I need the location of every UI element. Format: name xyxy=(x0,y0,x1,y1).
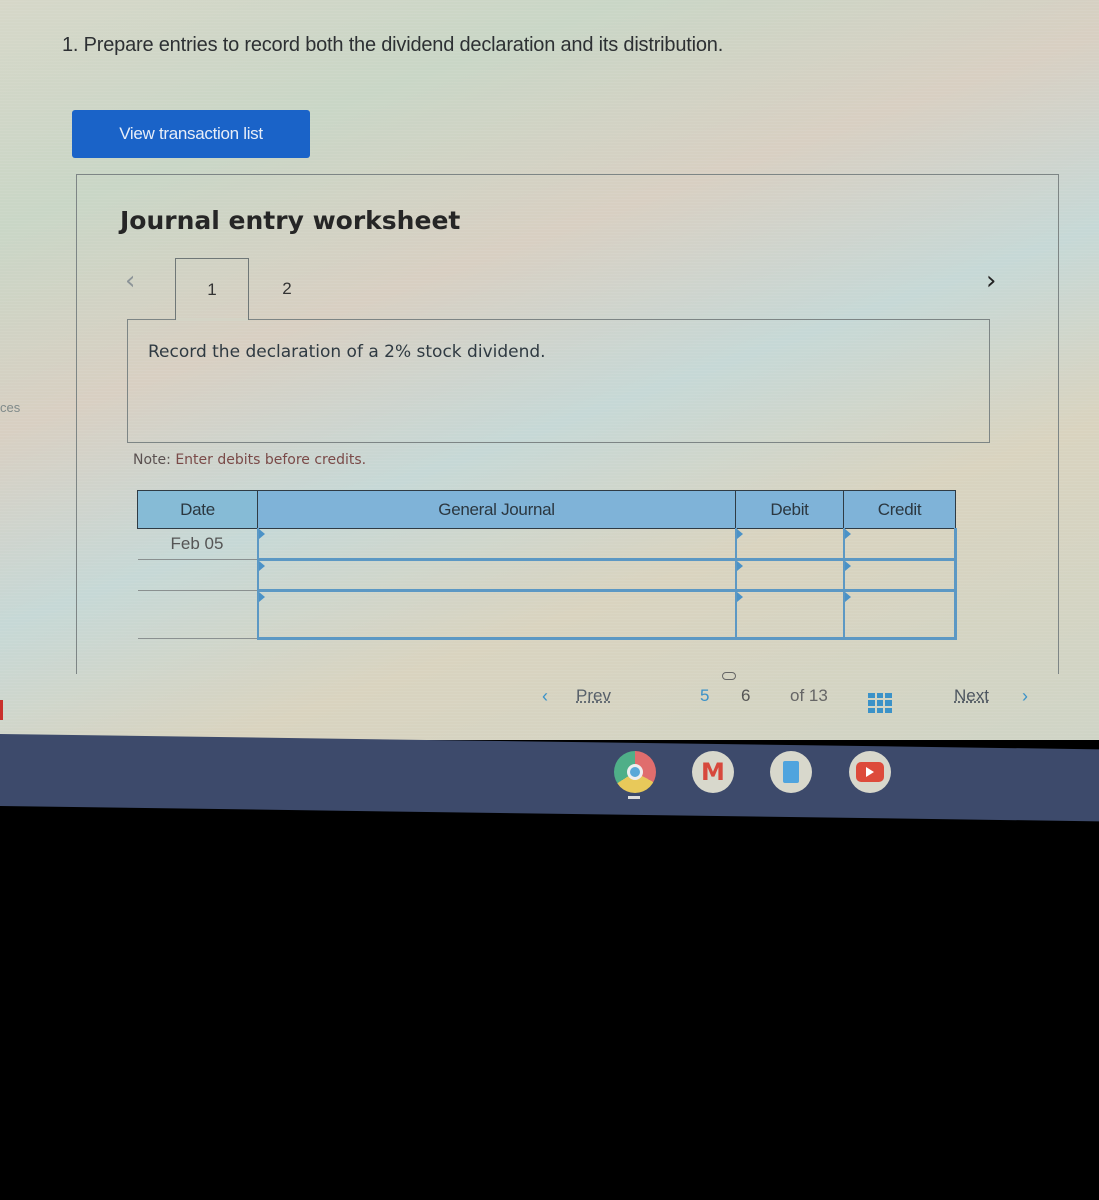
credit-cell[interactable] xyxy=(842,590,957,640)
account-input[interactable] xyxy=(258,592,735,637)
docs-icon[interactable] xyxy=(770,751,812,793)
dropdown-marker-icon xyxy=(736,592,743,602)
account-cell[interactable] xyxy=(256,559,736,592)
page-6-link[interactable]: 6 xyxy=(741,686,750,706)
task-description-box xyxy=(127,319,990,443)
note-text: Note: Enter debits before credits. xyxy=(133,452,366,468)
table-row xyxy=(137,559,957,592)
active-tab-connector xyxy=(176,318,248,321)
credit-cell[interactable] xyxy=(842,528,957,561)
chevron-left-icon[interactable]: ‹ xyxy=(542,686,548,707)
page-total: of 13 xyxy=(790,686,828,705)
gmail-icon[interactable]: M xyxy=(692,751,734,793)
column-header-date: Date xyxy=(137,490,258,529)
question-title: 1. Prepare entries to record both the di… xyxy=(62,34,724,56)
debit-cell[interactable] xyxy=(734,590,844,640)
credit-cell[interactable] xyxy=(842,559,957,592)
view-transaction-list-button[interactable]: View transaction list xyxy=(72,110,310,158)
next-link[interactable]: Next xyxy=(954,686,989,706)
journal-header-row: Date General Journal Debit Credit xyxy=(137,490,956,529)
dropdown-marker-icon xyxy=(258,561,265,571)
grid-icon[interactable] xyxy=(868,693,892,713)
column-header-debit: Debit xyxy=(735,490,844,529)
credit-input[interactable] xyxy=(844,592,954,637)
credit-input[interactable] xyxy=(844,529,954,558)
tab-entry-2[interactable]: 2 xyxy=(250,258,324,320)
debit-input[interactable] xyxy=(736,561,843,589)
chrome-icon[interactable] xyxy=(614,751,656,793)
debit-cell[interactable] xyxy=(734,559,844,592)
active-app-indicator xyxy=(628,796,640,799)
chevron-right-icon[interactable]: › xyxy=(986,266,996,296)
credit-input[interactable] xyxy=(844,561,954,589)
dropdown-marker-icon xyxy=(258,529,265,539)
tab-entry-1[interactable]: 1 xyxy=(175,258,249,320)
date-cell: Feb 05 xyxy=(137,528,258,560)
dropdown-marker-icon xyxy=(258,592,265,602)
debit-input[interactable] xyxy=(736,529,843,558)
os-shelf xyxy=(0,734,1099,822)
date-cell xyxy=(137,590,258,639)
task-instruction: Record the declaration of a 2% stock div… xyxy=(148,342,546,362)
note-label: Note: xyxy=(133,452,171,468)
window-edge-marker xyxy=(0,700,3,720)
prev-link[interactable]: Prev xyxy=(576,686,611,706)
dropdown-marker-icon xyxy=(844,592,851,602)
sidebar-fragment-text: ces xyxy=(0,400,21,415)
dropdown-marker-icon xyxy=(844,561,851,571)
column-header-general-journal: General Journal xyxy=(257,490,736,529)
page-5-link[interactable]: 5 xyxy=(700,686,709,706)
debit-input[interactable] xyxy=(736,592,843,637)
debit-cell[interactable] xyxy=(734,528,844,561)
dropdown-marker-icon xyxy=(736,529,743,539)
date-cell xyxy=(137,559,258,591)
column-header-credit: Credit xyxy=(843,490,956,529)
table-row: Feb 05 xyxy=(137,528,957,561)
account-cell[interactable] xyxy=(256,528,736,561)
youtube-icon[interactable] xyxy=(849,751,891,793)
worksheet-title: Journal entry worksheet xyxy=(120,206,461,235)
journal-table: Date General Journal Debit Credit Feb 05 xyxy=(137,490,957,640)
account-input[interactable] xyxy=(258,529,735,558)
chevron-right-icon[interactable]: › xyxy=(1022,686,1028,707)
chevron-left-icon[interactable]: ‹ xyxy=(125,266,135,296)
tab-label: 1 xyxy=(207,279,217,299)
note-body: Enter debits before credits. xyxy=(175,452,367,468)
table-row xyxy=(137,590,957,640)
dropdown-marker-icon xyxy=(844,529,851,539)
link-icon xyxy=(722,672,736,680)
tab-label: 2 xyxy=(282,279,292,298)
account-cell[interactable] xyxy=(256,590,736,640)
account-input[interactable] xyxy=(258,561,735,589)
dropdown-marker-icon xyxy=(736,561,743,571)
